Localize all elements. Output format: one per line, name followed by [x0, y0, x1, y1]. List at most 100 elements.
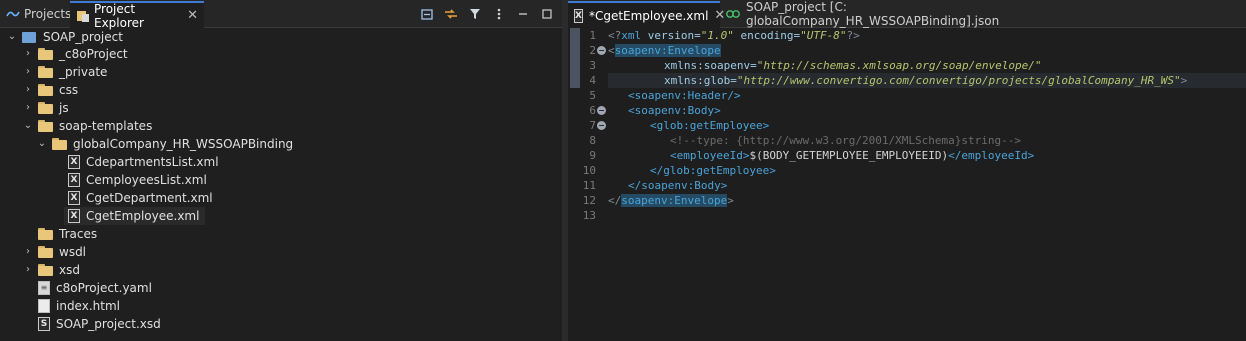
folder-icon	[38, 48, 54, 60]
close-icon[interactable]: ✕	[187, 9, 198, 22]
tree-item-private[interactable]: › _private	[22, 63, 107, 81]
code-line-11: </soapenv:Body>	[628, 179, 728, 192]
tree-item-cgetdepartment[interactable]: X CgetDepartment.xml	[68, 189, 213, 207]
line-number: 11	[582, 179, 596, 192]
view-menu-icon[interactable]	[488, 5, 510, 23]
line-number: 2	[589, 44, 596, 57]
chevron-right-icon[interactable]: ›	[22, 84, 34, 96]
xml-file-icon: X	[68, 155, 80, 169]
folder-icon	[38, 264, 54, 276]
tab-projects[interactable]: Projects	[0, 2, 72, 26]
tree-item-label: wsdl	[59, 245, 87, 259]
collapse-all-icon[interactable]	[416, 5, 438, 23]
attr-xmlns-soapenv: xmlns:soapenv=	[664, 59, 757, 72]
tab-cgetemployee-xml[interactable]: X *CgetEmployee.xml ✕	[568, 1, 725, 28]
tree-item-label: CemployeesList.xml	[86, 173, 207, 187]
tree-item-xsd[interactable]: › xsd	[22, 261, 80, 279]
tree-item-label: soap-templates	[59, 119, 153, 133]
tag-bracket: >	[727, 194, 734, 207]
tree-item-label: index.html	[56, 299, 120, 313]
tree-item-index-html[interactable]: index.html	[38, 297, 120, 315]
code-line-12: </soapenv:Envelope>	[608, 193, 734, 208]
xml-code-editor[interactable]: 1 2 3 4 5 6 7 8 9 10 11 12 13 − − − <?xm…	[568, 28, 1246, 341]
code-line-5: <soapenv:Header/>	[628, 89, 741, 102]
project-icon	[22, 31, 38, 44]
tree-item-traces[interactable]: Traces	[38, 225, 97, 243]
tree-item-soap-project-xsd[interactable]: S SOAP_project.xsd	[38, 315, 161, 333]
fold-toggle-icon[interactable]: −	[597, 121, 606, 130]
attr-version: version=	[641, 29, 701, 42]
code-line-1: <?xml version="1.0" encoding="UTF-8"?>	[608, 28, 860, 43]
tag-bracket: >	[1180, 74, 1188, 87]
change-gutter	[568, 28, 580, 341]
code-line-6: <soapenv:Body>	[628, 104, 721, 117]
chevron-down-icon[interactable]: ⌄	[36, 138, 48, 150]
tree-item-c8oproject[interactable]: › _c8oProject	[22, 45, 128, 63]
tab-soap-project-json[interactable]: SOAP_project [C: globalCompany_HR_WSSOAP…	[720, 0, 1080, 28]
employeeid-close-tag: </employeeId>	[948, 149, 1035, 162]
tab-label: *CgetEmployee.xml	[588, 8, 709, 23]
tree-item-label: _private	[59, 65, 108, 79]
json-file-icon	[726, 9, 740, 19]
code-line-3: xmlns:soapenv="http://schemas.xmlsoap.or…	[664, 58, 1042, 73]
tree-item-wsdl[interactable]: › wsdl	[22, 243, 86, 261]
tree-item-cgetemployee[interactable]: X CgetEmployee.xml	[64, 207, 206, 225]
tree-item-label: css	[59, 83, 79, 97]
xml-decl-open: <?	[608, 29, 622, 42]
chevron-down-icon[interactable]: ⌄	[6, 31, 18, 43]
xml-decl-name: xml	[621, 29, 642, 42]
fold-toggle-icon[interactable]: −	[597, 106, 606, 115]
line-number: 3	[589, 59, 596, 72]
chevron-right-icon[interactable]: ›	[22, 102, 34, 114]
fold-toggle-icon[interactable]: −	[597, 46, 606, 55]
tree-item-label: SOAP_project	[43, 30, 123, 44]
tree-item-js[interactable]: › js	[22, 99, 69, 117]
xsd-file-icon: S	[38, 317, 50, 331]
chevron-right-icon[interactable]: ›	[22, 246, 34, 258]
projects-icon	[6, 7, 20, 21]
tab-project-explorer[interactable]: Project Explorer ✕	[70, 1, 204, 30]
chevron-down-icon[interactable]: ⌄	[22, 120, 34, 132]
link-with-editor-icon[interactable]	[440, 5, 462, 23]
folder-open-icon	[52, 138, 68, 150]
line-number: 9	[589, 149, 596, 162]
code-line-7: <glob:getEmployee>	[650, 119, 770, 132]
line-number: 7	[589, 119, 596, 132]
employeeid-open-tag: <employeeId>	[670, 149, 750, 162]
view-toolbar	[416, 5, 558, 23]
folder-icon	[38, 84, 54, 96]
editor-panel: X *CgetEmployee.xml ✕ SOAP_project [C: g…	[568, 0, 1246, 341]
left-tabbar: Projects Project Explorer ✕	[0, 0, 562, 30]
line-number: 8	[589, 134, 596, 147]
tree-item-label: js	[59, 101, 69, 115]
tree-item-soap-project[interactable]: ⌄ SOAP_project	[6, 28, 123, 46]
tree-item-label: CgetDepartment.xml	[86, 191, 213, 205]
tag-bracket: <	[608, 44, 615, 57]
folder-icon	[38, 102, 54, 114]
filter-icon[interactable]	[464, 5, 486, 23]
chevron-right-icon[interactable]: ›	[22, 48, 34, 60]
line-number: 4	[589, 74, 596, 87]
tree-item-globalcompany-binding[interactable]: ⌄ globalCompany_HR_WSSOAPBinding	[36, 135, 293, 153]
tree-item-soap-templates[interactable]: ⌄ soap-templates	[22, 117, 153, 135]
change-marker	[570, 58, 580, 73]
xml-file-icon: X	[68, 173, 80, 187]
tree-item-css[interactable]: › css	[22, 81, 78, 99]
tree-item-cemployeeslist[interactable]: X CemployeesList.xml	[68, 171, 207, 189]
maximize-icon[interactable]	[536, 5, 558, 23]
chevron-right-icon[interactable]: ›	[22, 264, 34, 276]
tree-item-c8oproject-yaml[interactable]: ≡ c8oProject.yaml	[38, 279, 152, 297]
tab-project-explorer-label: Project Explorer	[94, 1, 144, 30]
tree-item-cdepartmentslist[interactable]: X CdepartmentsList.xml	[68, 153, 219, 171]
attr-xmlns-glob-value: "http://www.convertigo.com/convertigo/pr…	[736, 74, 1181, 87]
tree-item-label: CgetEmployee.xml	[86, 209, 200, 223]
minimize-icon[interactable]	[512, 5, 534, 23]
attr-xmlns-glob: xmlns:glob=	[664, 74, 737, 87]
tag-bracket: </	[608, 194, 622, 207]
code-line-8: <!--type: {http://www.w3.org/2001/XMLSch…	[670, 134, 1021, 147]
chevron-right-icon[interactable]: ›	[22, 66, 34, 78]
tab-label: SOAP_project [C: globalCompany_HR_WSSOAP…	[746, 0, 1000, 28]
tree-item-label: SOAP_project.xsd	[56, 317, 161, 331]
project-explorer-icon	[76, 9, 90, 23]
tab-projects-label: Projects	[24, 7, 72, 21]
